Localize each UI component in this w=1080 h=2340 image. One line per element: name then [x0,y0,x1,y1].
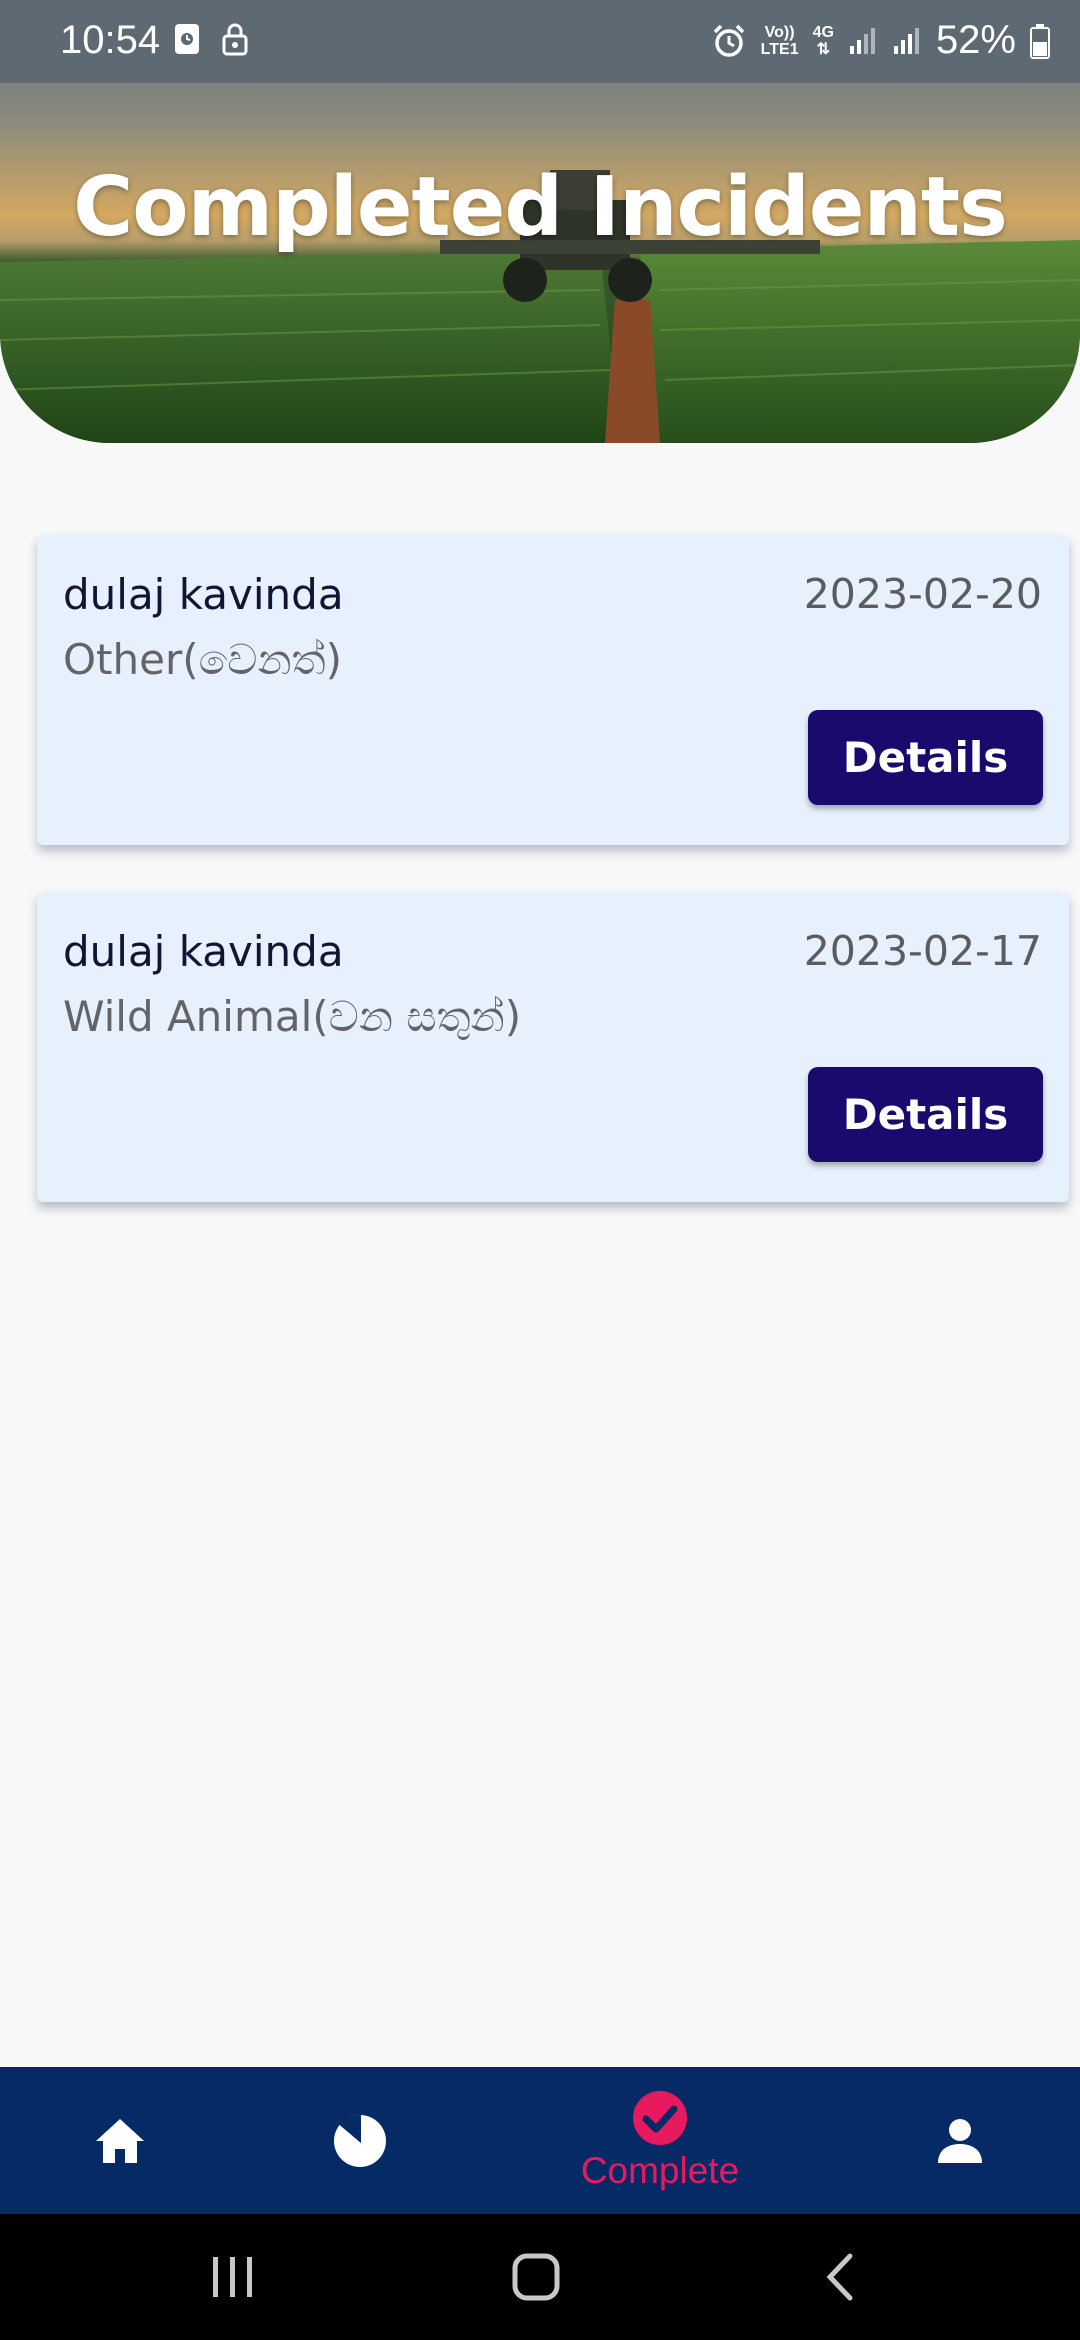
lock-icon [222,23,248,56]
battery-icon [1030,23,1050,59]
status-right-icons: Vo)) LTE1 4G ⇅ 52% [711,18,1050,63]
screen-recorder-icon [175,24,199,54]
home-icon [96,2118,144,2163]
nav-complete[interactable]: Complete [520,2067,800,2214]
signal-icon-1 [849,27,875,54]
home-system-button[interactable] [466,2214,606,2340]
network-type: 4G ⇅ [812,23,834,58]
pie-chart-icon [334,2114,386,2167]
status-bar: 10:54 Vo)) LTE1 4G ⇅ 52% [0,0,1080,83]
person-icon [938,2118,982,2163]
details-button[interactable]: Details [808,1067,1043,1162]
incident-card: dulaj kavinda 2023-02-20 Other(වෙනත්) De… [37,535,1069,845]
nav-complete-label: Complete [580,2149,740,2191]
reporter-name: dulaj kavinda [63,927,344,976]
incident-type: Wild Animal(වන සතුන්) [63,992,522,1041]
status-time: 10:54 [60,18,161,62]
nav-profile[interactable] [900,2067,1020,2214]
recent-apps-button[interactable] [163,2214,303,2340]
back-chevron-icon [826,2253,853,2301]
recent-apps-icon [213,2257,252,2297]
alarm-icon [713,24,744,57]
back-button[interactable] [770,2214,910,2340]
battery-percentage: 52% [935,18,1016,62]
home-square-icon [512,2253,560,2301]
incident-date: 2023-02-17 [803,927,1042,975]
details-button[interactable]: Details [808,710,1043,805]
incident-card: dulaj kavinda 2023-02-17 Wild Animal(වන … [37,892,1069,1202]
nav-home[interactable] [60,2067,180,2214]
incident-type: Other(වෙනත්) [63,635,343,684]
bottom-navigation: Complete [0,2067,1080,2214]
signal-icon-2 [893,27,919,54]
status-left-icons [173,22,249,56]
volte-indicator: Vo)) LTE1 [760,23,799,58]
incident-list: dulaj kavinda 2023-02-20 Other(වෙනත්) De… [37,535,1069,1249]
reporter-name: dulaj kavinda [63,570,344,619]
page-title: Completed Incidents [73,160,1008,255]
nav-stats[interactable] [300,2067,420,2214]
incident-date: 2023-02-20 [803,570,1042,618]
system-navigation-bar [0,2214,1080,2340]
check-circle-icon [633,2090,687,2145]
